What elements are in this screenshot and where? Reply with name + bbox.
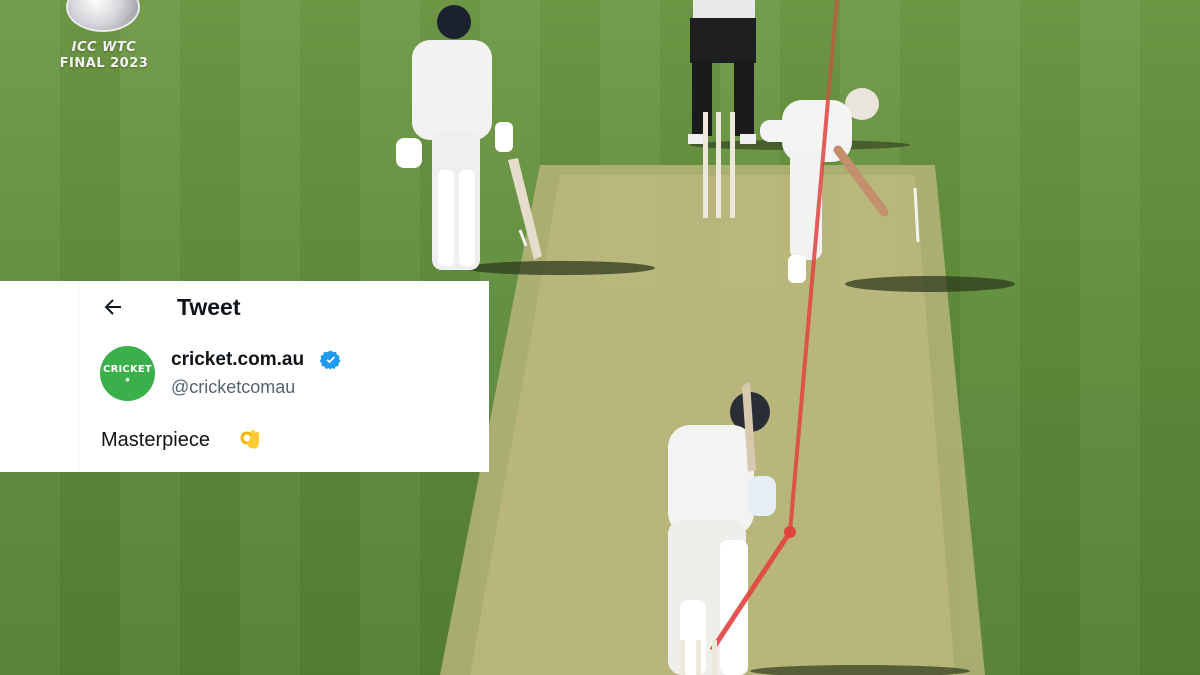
batter-shadow	[465, 261, 655, 275]
verified-badge-icon	[319, 349, 342, 371]
avatar-text: CRICKET	[103, 364, 152, 375]
icc-wtc-final-logo: ICC WTC FINAL 2023	[44, 0, 164, 80]
logo-line2: FINAL 2023	[59, 56, 149, 71]
account-name[interactable]: cricket.com.au	[171, 349, 304, 371]
bowler-shadow	[845, 276, 1015, 292]
arrow-left-icon[interactable]	[101, 295, 129, 323]
page-title: Tweet	[177, 294, 241, 320]
avatar[interactable]: CRICKET ●	[100, 346, 155, 401]
ok-hand-emoji-icon	[238, 427, 264, 453]
umpire-figure	[688, 0, 756, 144]
account-handle[interactable]: @cricketcomau	[171, 377, 295, 398]
tweet-text: Masterpiece	[101, 429, 210, 451]
stumps-far	[703, 112, 735, 218]
avatar-logo-detail: ●	[125, 377, 130, 383]
logo-ball-icon	[66, 0, 140, 32]
tweet-card: Tweet CRICKET ● cricket.com.au @cricketc…	[0, 281, 489, 472]
column-divider	[78, 281, 79, 472]
logo-line1: ICC WTC	[71, 40, 137, 55]
